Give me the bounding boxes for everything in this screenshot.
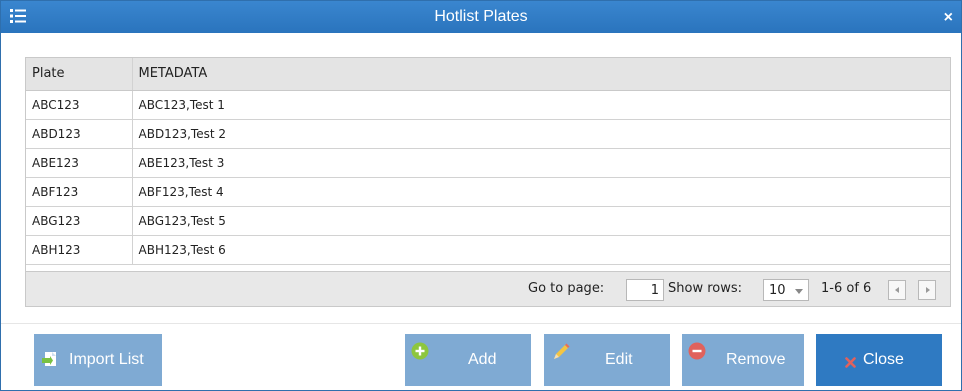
table-row[interactable]: ABH123 ABH123,Test 6 [26,235,950,265]
plus-circle-icon [411,342,429,365]
pencil-icon [551,342,571,367]
import-file-icon [42,351,58,372]
add-button[interactable]: Add [405,334,531,386]
add-label: Add [468,351,497,368]
page-range-text: 1-6 of 6 [821,281,872,296]
table-header-row: Plate METADATA [26,58,950,91]
close-button[interactable]: Close [816,334,942,386]
close-label: Close [863,351,904,368]
table-row[interactable]: ABG123 ABG123,Test 5 [26,206,950,236]
metadata-cell: ABE123,Test 3 [131,148,950,178]
plates-table: Plate METADATA ABC123 ABC123,Test 1 ABD1… [26,58,950,265]
edit-label: Edit [605,351,633,368]
chevron-down-icon [795,289,803,294]
table-row[interactable]: ABE123 ABE123,Test 3 [26,148,950,178]
dialog-title: Hotlist Plates [434,8,528,25]
show-rows-label: Show rows: [668,281,743,296]
rows-per-page-select[interactable]: 10 [763,279,809,301]
arrow-right-icon [926,287,930,293]
arrow-left-icon [895,287,899,293]
table-row[interactable]: ABC123 ABC123,Test 1 [26,90,950,120]
minus-circle-icon [688,342,706,365]
metadata-cell: ABG123,Test 5 [131,206,950,236]
rows-per-page-value: 10 [769,283,786,298]
metadata-cell: ABF123,Test 4 [131,177,950,207]
metadata-cell: ABD123,Test 2 [131,119,950,149]
import-list-button[interactable]: Import List [34,334,162,386]
plate-cell: ABE123 [26,148,132,178]
table-row[interactable]: ABD123 ABD123,Test 2 [26,119,950,149]
column-header-metadata[interactable]: METADATA [131,58,950,91]
plate-cell: ABG123 [26,206,132,236]
column-header-plate[interactable]: Plate [26,58,132,91]
table-row[interactable]: ABF123 ABF123,Test 4 [26,177,950,207]
pager-bar: Go to page: Show rows: 10 1-6 of 6 [26,271,950,306]
previous-page-button[interactable] [888,280,906,300]
footer-divider [1,323,961,324]
hotlist-dialog: Hotlist Plates × Plate METADATA ABC123 A… [0,0,962,391]
metadata-cell: ABC123,Test 1 [131,90,950,120]
dialog-close-icon[interactable]: × [944,1,953,35]
edit-button[interactable]: Edit [544,334,670,386]
go-to-page-label: Go to page: [528,281,605,296]
remove-label: Remove [726,351,786,368]
plates-grid: Plate METADATA ABC123 ABC123,Test 1 ABD1… [25,57,951,307]
page-number-input[interactable] [626,279,664,301]
plate-cell: ABF123 [26,177,132,207]
x-icon [845,355,856,373]
metadata-cell: ABH123,Test 6 [131,235,950,265]
remove-button[interactable]: Remove [682,334,804,386]
plate-cell: ABH123 [26,235,132,265]
plate-cell: ABC123 [26,90,132,120]
import-list-label: Import List [69,351,144,368]
plate-cell: ABD123 [26,119,132,149]
dialog-titlebar: Hotlist Plates × [1,1,961,33]
next-page-button[interactable] [918,280,936,300]
